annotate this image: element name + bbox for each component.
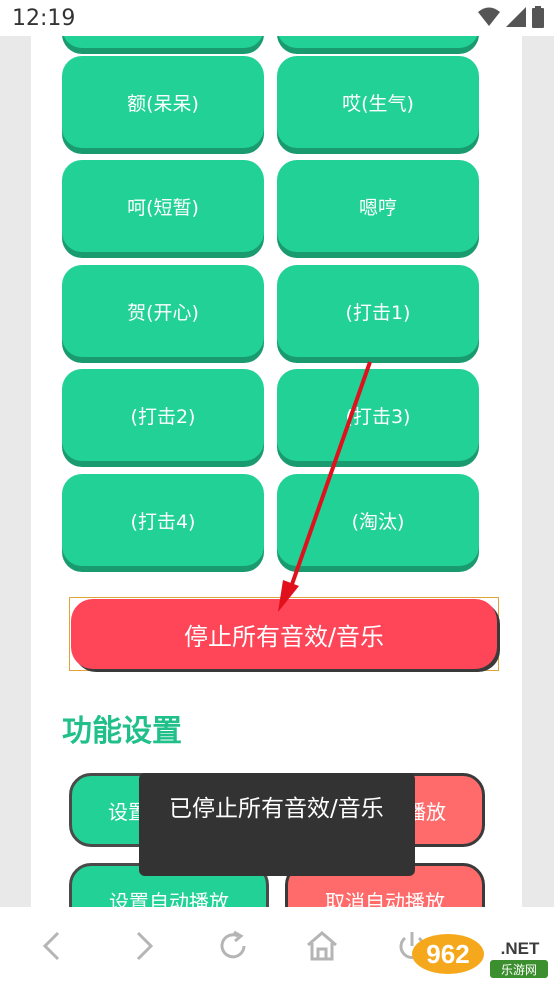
sound-button-partial-left[interactable] [62, 36, 264, 48]
sound-button-partial-right[interactable] [277, 36, 479, 48]
sound-button[interactable]: 贺(开心) [62, 265, 264, 357]
svg-text:乐游网: 乐游网 [501, 963, 537, 977]
back-icon[interactable] [36, 929, 70, 963]
sound-button[interactable]: 呵(短暂) [62, 160, 264, 252]
signal-icon [506, 7, 526, 27]
wifi-icon [478, 7, 500, 26]
svg-text:.NET: .NET [501, 939, 540, 958]
refresh-icon[interactable] [216, 929, 250, 963]
status-time: 12:19 [12, 6, 76, 31]
sound-button[interactable]: (淘汰) [277, 474, 479, 566]
section-title: 功能设置 [62, 714, 182, 749]
toast-message: 已停止所有音效/音乐 [139, 773, 415, 876]
sound-button[interactable]: (打击1) [277, 265, 479, 357]
watermark-logo: 962 .NET 乐游网 [412, 934, 548, 978]
sound-button[interactable]: 嗯哼 [277, 160, 479, 252]
status-icons [478, 6, 544, 28]
status-bar: 12:19 [0, 0, 554, 36]
svg-text:962: 962 [426, 939, 469, 969]
sound-button[interactable]: 哎(生气) [277, 56, 479, 148]
stop-all-button[interactable]: 停止所有音效/音乐 [71, 599, 497, 669]
home-icon[interactable] [305, 929, 339, 963]
forward-icon[interactable] [126, 929, 160, 963]
battery-icon [532, 6, 544, 28]
sound-button[interactable]: 额(呆呆) [62, 56, 264, 148]
sound-button[interactable]: (打击2) [62, 369, 264, 461]
sound-button[interactable]: (打击3) [277, 369, 479, 461]
sound-button[interactable]: (打击4) [62, 474, 264, 566]
